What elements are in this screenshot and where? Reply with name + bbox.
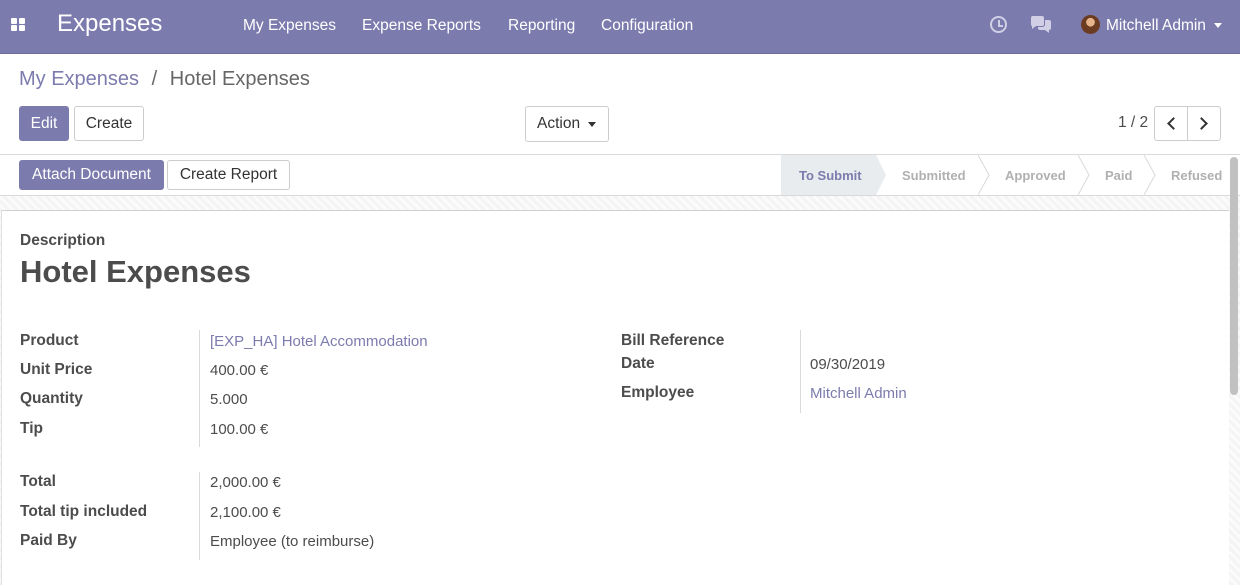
avatar[interactable] xyxy=(1081,15,1100,34)
stage-divider xyxy=(1078,155,1090,195)
menu-configuration[interactable]: Configuration xyxy=(601,17,693,35)
total-tip-included-value: 2,100.00 € xyxy=(210,504,281,521)
product-value[interactable]: [EXP_HA] Hotel Accommodation xyxy=(210,333,428,350)
attach-document-button[interactable]: Attach Document xyxy=(19,160,164,190)
scrollbar[interactable] xyxy=(1230,157,1238,395)
field-divider xyxy=(199,472,200,560)
product-label: Product xyxy=(20,332,79,349)
chevron-left-icon xyxy=(1167,117,1180,130)
stage-to-submit[interactable]: To Submit xyxy=(781,155,876,195)
quantity-value: 5.000 xyxy=(210,391,248,408)
stage-refused[interactable]: Refused xyxy=(1171,155,1222,195)
stage-submitted[interactable]: Submitted xyxy=(902,155,966,195)
breadcrumb-current: Hotel Expenses xyxy=(169,68,310,90)
paid-by-value[interactable]: Employee (to reimburse) xyxy=(210,533,374,550)
action-dropdown[interactable]: Action xyxy=(525,106,609,142)
caret-down-icon[interactable] xyxy=(1214,23,1222,28)
breadcrumb-separator: / xyxy=(151,68,158,90)
app-title: Expenses xyxy=(57,10,163,37)
caret-down-icon xyxy=(588,121,597,127)
menu-my-expenses[interactable]: My Expenses xyxy=(243,17,336,35)
statusbar: Attach Document Create Report To Submit … xyxy=(0,154,1240,196)
tip-label: Tip xyxy=(20,420,43,437)
bill-reference-label: Bill Reference xyxy=(621,332,725,349)
chevron-right-icon xyxy=(1195,117,1208,130)
chat-icon[interactable] xyxy=(1030,16,1052,34)
action-label: Action xyxy=(537,115,581,132)
stage-paid[interactable]: Paid xyxy=(1105,155,1132,195)
menu-expense-reports[interactable]: Expense Reports xyxy=(362,17,481,35)
quantity-label: Quantity xyxy=(20,390,83,407)
edit-button[interactable]: Edit xyxy=(19,106,69,141)
description-value[interactable]: Hotel Expenses xyxy=(20,254,251,290)
breadcrumb-parent[interactable]: My Expenses xyxy=(19,68,139,90)
stage-arrow xyxy=(876,155,886,195)
apps-grid-icon[interactable] xyxy=(11,18,26,32)
top-navbar: Expenses My Expenses Expense Reports Rep… xyxy=(0,0,1240,54)
date-value: 09/30/2019 xyxy=(810,356,886,373)
description-label: Description xyxy=(20,232,106,249)
stage-divider xyxy=(1144,155,1156,195)
tip-value: 100.00 € xyxy=(210,421,269,438)
total-label: Total xyxy=(20,473,56,490)
create-button[interactable]: Create xyxy=(74,106,144,141)
user-menu[interactable]: Mitchell Admin xyxy=(1106,17,1206,35)
employee-label: Employee xyxy=(621,384,695,401)
stage-approved[interactable]: Approved xyxy=(1005,155,1066,195)
employee-value[interactable]: Mitchell Admin xyxy=(810,385,907,402)
clock-icon[interactable] xyxy=(990,16,1007,33)
total-value: 2,000.00 € xyxy=(210,474,281,491)
stage-divider xyxy=(978,155,990,195)
date-label: Date xyxy=(621,355,655,372)
pager-next-button[interactable] xyxy=(1187,106,1221,141)
breadcrumb: My Expenses / Hotel Expenses xyxy=(19,68,310,91)
unit-price-value: 400.00 € xyxy=(210,362,269,379)
total-tip-included-label: Total tip included xyxy=(20,503,148,520)
field-divider xyxy=(800,330,801,413)
field-divider xyxy=(199,330,200,447)
paid-by-label: Paid By xyxy=(20,532,77,549)
create-report-button[interactable]: Create Report xyxy=(167,160,290,190)
menu-reporting[interactable]: Reporting xyxy=(508,17,575,35)
unit-price-label: Unit Price xyxy=(20,361,93,378)
pager-previous-button[interactable] xyxy=(1154,106,1188,141)
pager-value[interactable]: 1 / 2 xyxy=(1118,114,1148,132)
